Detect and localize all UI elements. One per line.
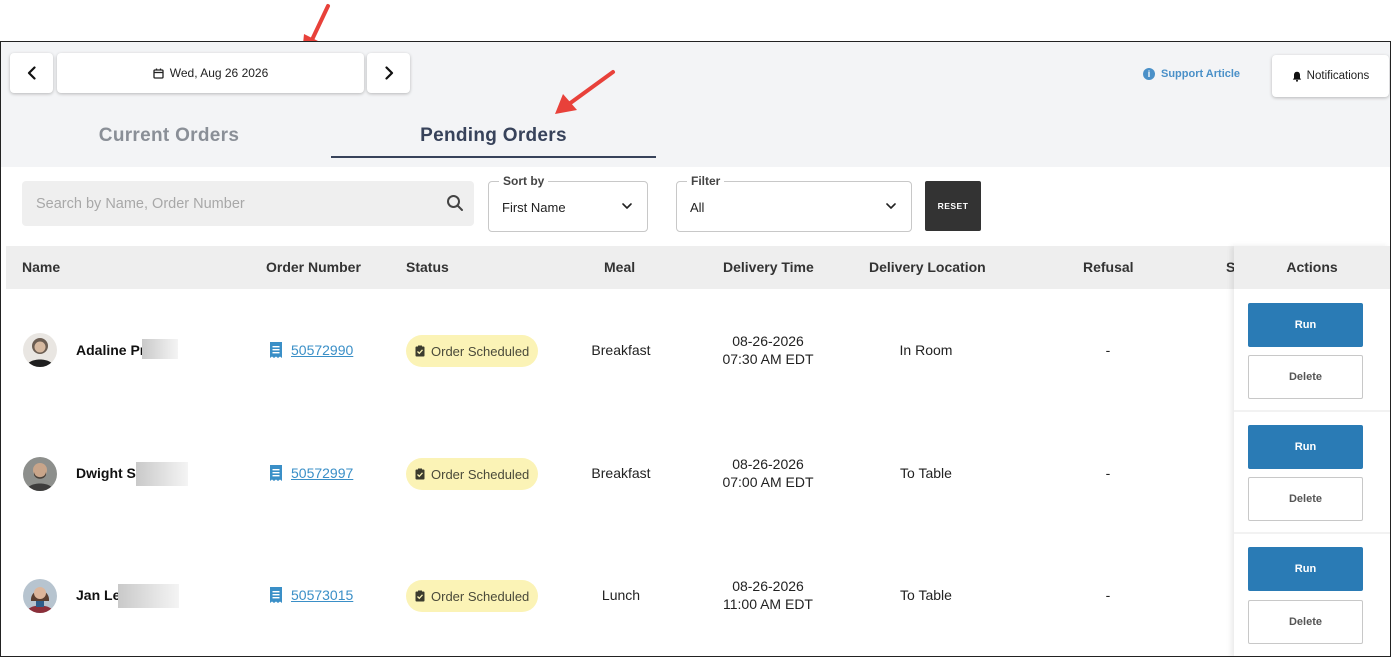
search-icon[interactable]: [446, 194, 464, 212]
run-button[interactable]: Run: [1248, 425, 1363, 469]
column-header-status[interactable]: Status: [406, 246, 449, 289]
notifications-label: Notifications: [1306, 70, 1370, 82]
meal-cell: Breakfast: [591, 342, 651, 358]
order-number-link[interactable]: 50572990: [291, 342, 353, 358]
receipt-icon: [270, 342, 282, 358]
column-header-delivery-location[interactable]: Delivery Location: [869, 246, 986, 289]
table-row: Adaline Pr 50572990 Order Scheduled Brea…: [6, 289, 1234, 411]
meal-cell: Lunch: [601, 587, 641, 603]
header-bar: Wed, Aug 26 2026 i Support Article Notif…: [1, 42, 1390, 167]
sort-by-value: First Name: [502, 200, 566, 215]
redacted-surname: [142, 339, 178, 359]
order-number-cell: 50572990: [269, 341, 353, 359]
filter-select[interactable]: Filter All: [676, 174, 912, 232]
status-label: Order Scheduled: [431, 466, 530, 482]
tab-pending-orders[interactable]: Pending Orders: [331, 125, 656, 147]
column-header-delivery-time[interactable]: Delivery Time: [723, 246, 814, 289]
order-number-link[interactable]: 50573015: [291, 587, 353, 603]
bell-icon: [1292, 71, 1301, 82]
delivery-date-cell: 08-26-2026: [732, 578, 804, 594]
previous-day-button[interactable]: [10, 53, 53, 93]
delete-button[interactable]: Delete: [1248, 355, 1363, 399]
notifications-button[interactable]: Notifications: [1272, 55, 1389, 97]
filter-value: All: [690, 200, 705, 215]
delivery-time-cell: 11:00 AM EDT: [722, 596, 813, 612]
column-header-meal[interactable]: Meal: [604, 246, 635, 289]
receipt-icon: [270, 587, 282, 603]
chevron-left-icon: [27, 66, 36, 80]
status-badge: Order Scheduled: [406, 580, 539, 612]
delete-button[interactable]: Delete: [1248, 477, 1363, 521]
avatar: [23, 579, 57, 613]
resident-name: Adaline Pr: [76, 342, 146, 358]
active-tab-indicator: [331, 156, 656, 158]
refusal-cell: -: [1105, 342, 1111, 358]
date-label: Wed, Aug 26 2026: [169, 66, 269, 80]
refusal-cell: -: [1105, 465, 1111, 481]
calendar-icon: [153, 68, 164, 79]
clipboard-check-icon: [415, 345, 425, 357]
order-number-link[interactable]: 50572997: [291, 465, 353, 481]
chevron-right-icon: [384, 66, 393, 80]
row-divider: [1234, 410, 1390, 412]
sort-by-select[interactable]: Sort by First Name: [488, 174, 648, 232]
chevron-down-icon: [886, 203, 896, 209]
meal-cell: Breakfast: [591, 465, 651, 481]
order-number-cell: 50572997: [269, 464, 353, 482]
search-input[interactable]: [22, 181, 432, 226]
column-header-actions: Actions: [1234, 246, 1390, 289]
resident-name: Dwight S: [76, 465, 136, 481]
delivery-date-cell: 08-26-2026: [732, 333, 804, 349]
support-article-label: Support Article: [1161, 68, 1241, 80]
table-header: Name Order Number Status Meal Delivery T…: [6, 246, 1390, 289]
date-picker-button[interactable]: Wed, Aug 26 2026: [57, 53, 364, 93]
tab-current-orders[interactable]: Current Orders: [7, 125, 331, 147]
support-article-link[interactable]: i Support Article: [1143, 68, 1240, 80]
delivery-time-cell: 07:30 AM EDT: [722, 351, 814, 367]
chevron-down-icon: [622, 203, 632, 209]
delivery-location-cell: To Table: [900, 465, 952, 481]
search-box: [22, 181, 474, 226]
delivery-location-cell: In Room: [899, 342, 953, 358]
column-header-name[interactable]: Name: [22, 246, 60, 289]
delivery-time-cell: 07:00 AM EDT: [722, 474, 814, 490]
status-label: Order Scheduled: [431, 588, 530, 604]
reset-button[interactable]: RESET: [925, 181, 981, 231]
column-header-refusal[interactable]: Refusal: [1083, 246, 1134, 289]
status-label: Order Scheduled: [431, 343, 530, 359]
delivery-location-cell: To Table: [900, 587, 952, 603]
redacted-surname: [118, 584, 179, 608]
status-badge: Order Scheduled: [406, 458, 539, 490]
delete-button[interactable]: Delete: [1248, 600, 1363, 644]
status-badge: Order Scheduled: [406, 335, 539, 367]
column-header-order-number[interactable]: Order Number: [266, 246, 361, 289]
redacted-surname: [136, 462, 188, 486]
next-day-button[interactable]: [367, 53, 410, 93]
table-row: Dwight S 50572997 Order Scheduled Breakf…: [6, 411, 1234, 533]
receipt-icon: [270, 465, 282, 481]
resident-name: Jan Le: [76, 587, 121, 603]
order-number-cell: 50573015: [269, 586, 353, 604]
refusal-cell: -: [1105, 587, 1111, 603]
run-button[interactable]: Run: [1248, 303, 1363, 347]
avatar: [23, 457, 57, 491]
run-button[interactable]: Run: [1248, 547, 1363, 591]
table-row: Jan Le 50573015 Order Scheduled Lunch 08…: [6, 533, 1234, 655]
clipboard-check-icon: [415, 590, 425, 602]
delivery-date-cell: 08-26-2026: [732, 456, 804, 472]
app-window: Wed, Aug 26 2026 i Support Article Notif…: [0, 41, 1391, 657]
row-divider: [1234, 532, 1390, 534]
info-icon: i: [1143, 68, 1155, 80]
sort-by-label: Sort by: [499, 174, 549, 188]
actions-column: Actions Run Delete Run Delete Run Delete: [1234, 246, 1390, 656]
filter-label: Filter: [687, 174, 725, 188]
avatar: [23, 333, 57, 367]
clipboard-check-icon: [415, 468, 425, 480]
